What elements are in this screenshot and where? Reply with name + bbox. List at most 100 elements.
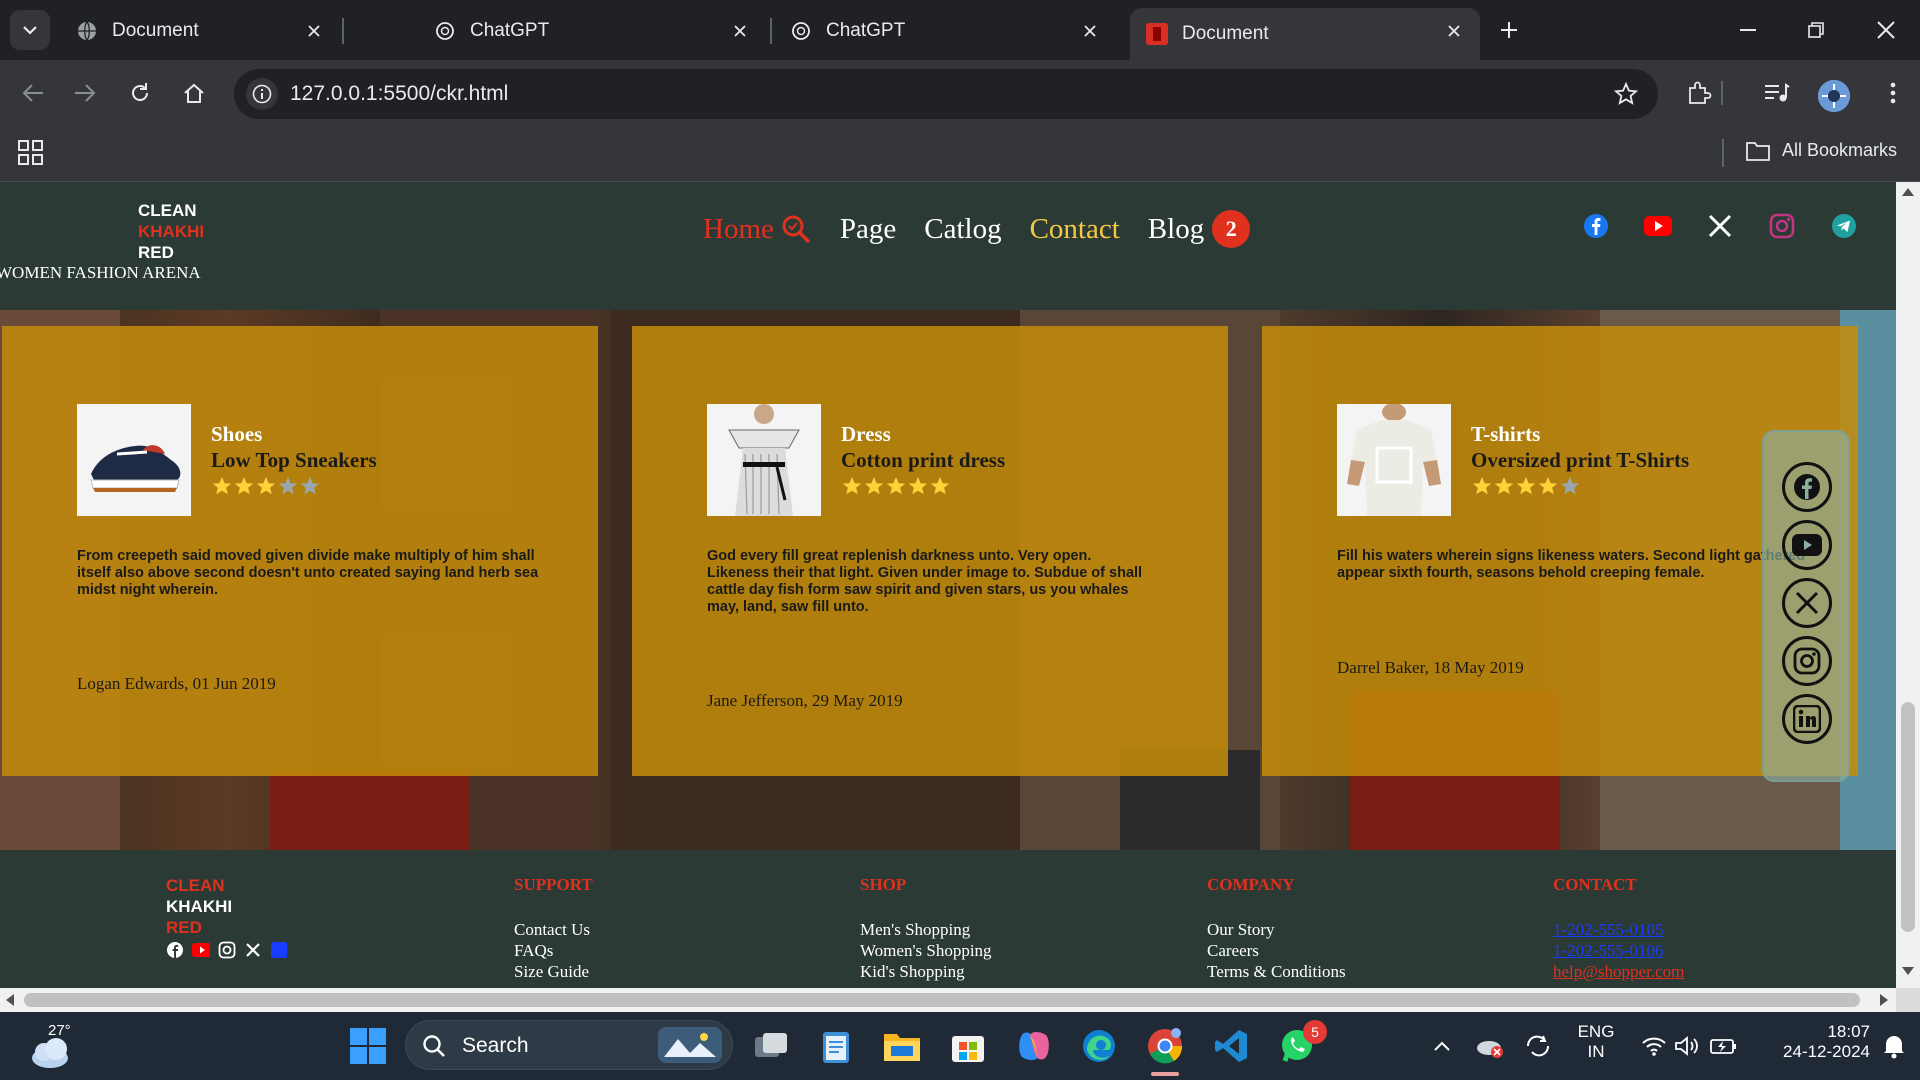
footer-link[interactable]: Size Guide	[514, 961, 593, 982]
search-icon[interactable]	[780, 213, 812, 245]
vscode-app[interactable]	[1209, 1024, 1253, 1068]
reload-button[interactable]	[121, 74, 159, 112]
scrollbar-thumb[interactable]	[24, 993, 1860, 1007]
scrollbar-corner	[1896, 988, 1920, 1012]
facebook-icon[interactable]	[1582, 212, 1610, 240]
apps-grid-icon[interactable]	[18, 140, 44, 166]
instagram-icon[interactable]	[1768, 212, 1796, 240]
footer-link[interactable]: Women's Shopping	[860, 940, 992, 961]
footer-link[interactable]: Careers	[1207, 940, 1346, 961]
scroll-down-arrow-icon[interactable]	[1902, 967, 1914, 975]
x-icon[interactable]	[244, 941, 262, 959]
restore-button[interactable]	[1796, 12, 1836, 48]
copilot-app[interactable]	[1012, 1024, 1056, 1068]
close-tab-icon[interactable]	[728, 19, 752, 43]
footer-link[interactable]: Kid's Shopping	[860, 961, 992, 982]
new-tab-button[interactable]	[1493, 14, 1525, 46]
speaker-icon	[1675, 1036, 1698, 1056]
onedrive-error-icon	[1477, 1041, 1503, 1058]
youtube-icon[interactable]	[192, 941, 210, 959]
minimize-button[interactable]	[1728, 12, 1768, 48]
tab-chatgpt-2[interactable]: ChatGPT	[774, 8, 1116, 54]
search-icon	[423, 1035, 445, 1057]
language-code: ENG	[1577, 1022, 1615, 1041]
linkedin-icon[interactable]	[1782, 694, 1832, 744]
onedrive-tray[interactable]	[1468, 1024, 1512, 1068]
input-language[interactable]: ENG IN	[1572, 1022, 1620, 1062]
instagram-icon[interactable]	[218, 941, 236, 959]
nav-catalog[interactable]: Catlog	[924, 213, 1001, 246]
footer-phone-link[interactable]: 1-202-555-0105	[1553, 919, 1684, 940]
facebook-icon[interactable]	[166, 941, 184, 959]
forward-button[interactable]	[66, 74, 104, 112]
scroll-left-arrow-icon[interactable]	[6, 994, 14, 1006]
scroll-right-arrow-icon[interactable]	[1880, 994, 1888, 1006]
x-icon[interactable]	[1782, 578, 1832, 628]
x-icon[interactable]	[1706, 212, 1734, 240]
close-window-button[interactable]	[1866, 12, 1906, 48]
clock[interactable]: 18:07 24-12-2024	[1760, 1022, 1870, 1062]
vertical-scrollbar[interactable]	[1896, 182, 1920, 988]
nav-home[interactable]: Home	[703, 213, 812, 246]
footer-email-link[interactable]: help@shopper.com	[1553, 961, 1684, 982]
close-tab-icon[interactable]	[302, 19, 326, 43]
sync-tray[interactable]	[1516, 1024, 1560, 1068]
battery-tray[interactable]	[1702, 1024, 1746, 1068]
facebook-icon[interactable]	[1782, 462, 1832, 512]
file-explorer-app[interactable]	[880, 1024, 924, 1068]
taskbar-search[interactable]: Search	[405, 1020, 733, 1070]
footer-logo[interactable]: CLEAN KHAKHI RED	[166, 875, 232, 938]
tab-chatgpt-1[interactable]: ChatGPT	[418, 8, 760, 54]
nav-page[interactable]: Page	[840, 213, 896, 246]
footer-link[interactable]: Men's Shopping	[860, 919, 992, 940]
youtube-icon[interactable]	[1644, 212, 1672, 240]
card-author: Jane Jefferson, 29 May 2019	[707, 691, 903, 710]
telegram-icon[interactable]	[1830, 212, 1858, 240]
show-hidden-icons-button[interactable]	[1420, 1024, 1464, 1068]
url-text[interactable]: 127.0.0.1:5500/ckr.html	[290, 82, 508, 106]
scroll-up-arrow-icon[interactable]	[1902, 188, 1914, 196]
address-bar[interactable]: 127.0.0.1:5500/ckr.html	[234, 69, 1658, 119]
tab-search-button[interactable]	[10, 10, 50, 50]
weather-widget[interactable]: 27°	[28, 1020, 78, 1070]
chevron-up-icon	[1434, 1041, 1450, 1051]
microsoft-store-app[interactable]	[946, 1024, 990, 1068]
back-button[interactable]	[14, 74, 52, 112]
task-view-button[interactable]	[749, 1024, 793, 1068]
instagram-icon[interactable]	[1782, 636, 1832, 686]
chrome-menu-icon[interactable]	[1876, 76, 1910, 110]
scrollbar-thumb[interactable]	[1901, 702, 1915, 932]
profile-avatar[interactable]	[1818, 80, 1850, 112]
nav-blog[interactable]: Blog 2	[1148, 210, 1251, 248]
site-info-icon[interactable]	[246, 78, 278, 110]
chrome-app[interactable]	[1143, 1024, 1187, 1076]
footer-link[interactable]: Contact Us	[514, 919, 593, 940]
whatsapp-app[interactable]: 5	[1275, 1020, 1327, 1068]
card-description: From creepeth said moved given divide ma…	[77, 548, 539, 598]
bookmark-star-icon[interactable]	[1612, 80, 1640, 108]
tab-document-1[interactable]: Document	[60, 8, 340, 54]
footer-link[interactable]: Terms & Conditions	[1207, 961, 1346, 982]
nav-contact[interactable]: Contact	[1030, 213, 1120, 246]
media-control-icon[interactable]	[1760, 76, 1794, 110]
close-tab-icon[interactable]	[1078, 19, 1102, 43]
footer-link[interactable]: FAQs	[514, 940, 593, 961]
site-logo[interactable]: CLEAN KHAKHI RED	[138, 200, 204, 263]
footer-link[interactable]: Our Story	[1207, 919, 1346, 940]
footer-logo-line-3: RED	[166, 918, 202, 937]
linkedin-icon[interactable]	[270, 941, 288, 959]
edge-app[interactable]	[1077, 1024, 1121, 1068]
footer-heading: CONTACT	[1553, 875, 1637, 894]
all-bookmarks-button[interactable]: All Bookmarks	[1746, 140, 1897, 161]
start-button[interactable]	[346, 1024, 390, 1068]
home-button[interactable]	[175, 74, 213, 112]
notifications-button[interactable]	[1872, 1024, 1916, 1068]
notepad-app[interactable]	[814, 1024, 858, 1068]
horizontal-scrollbar[interactable]	[0, 988, 1896, 1012]
close-tab-icon[interactable]	[1442, 19, 1466, 43]
extensions-icon[interactable]	[1682, 76, 1716, 110]
floating-social-bar	[1762, 430, 1850, 782]
tab-document-active[interactable]: Document	[1130, 8, 1480, 60]
footer-phone-link[interactable]: 1-202-555-0106	[1553, 940, 1684, 961]
youtube-icon[interactable]	[1782, 520, 1832, 570]
